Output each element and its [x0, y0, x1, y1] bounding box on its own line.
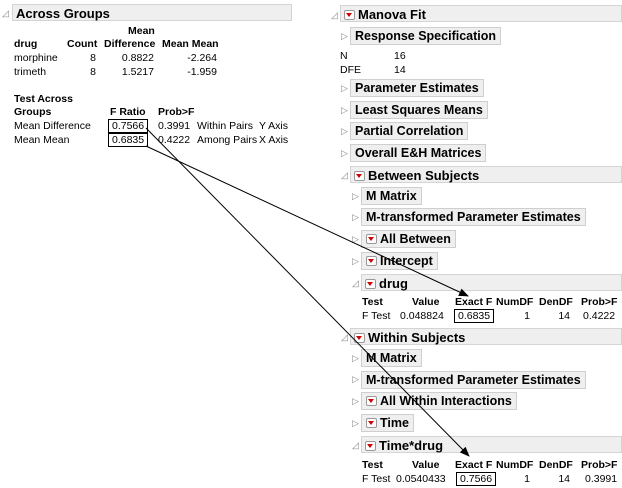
annotation-arrows — [145, 127, 470, 457]
arrow-mean-mean — [145, 145, 469, 297]
arrow-mean-difference — [145, 127, 470, 457]
